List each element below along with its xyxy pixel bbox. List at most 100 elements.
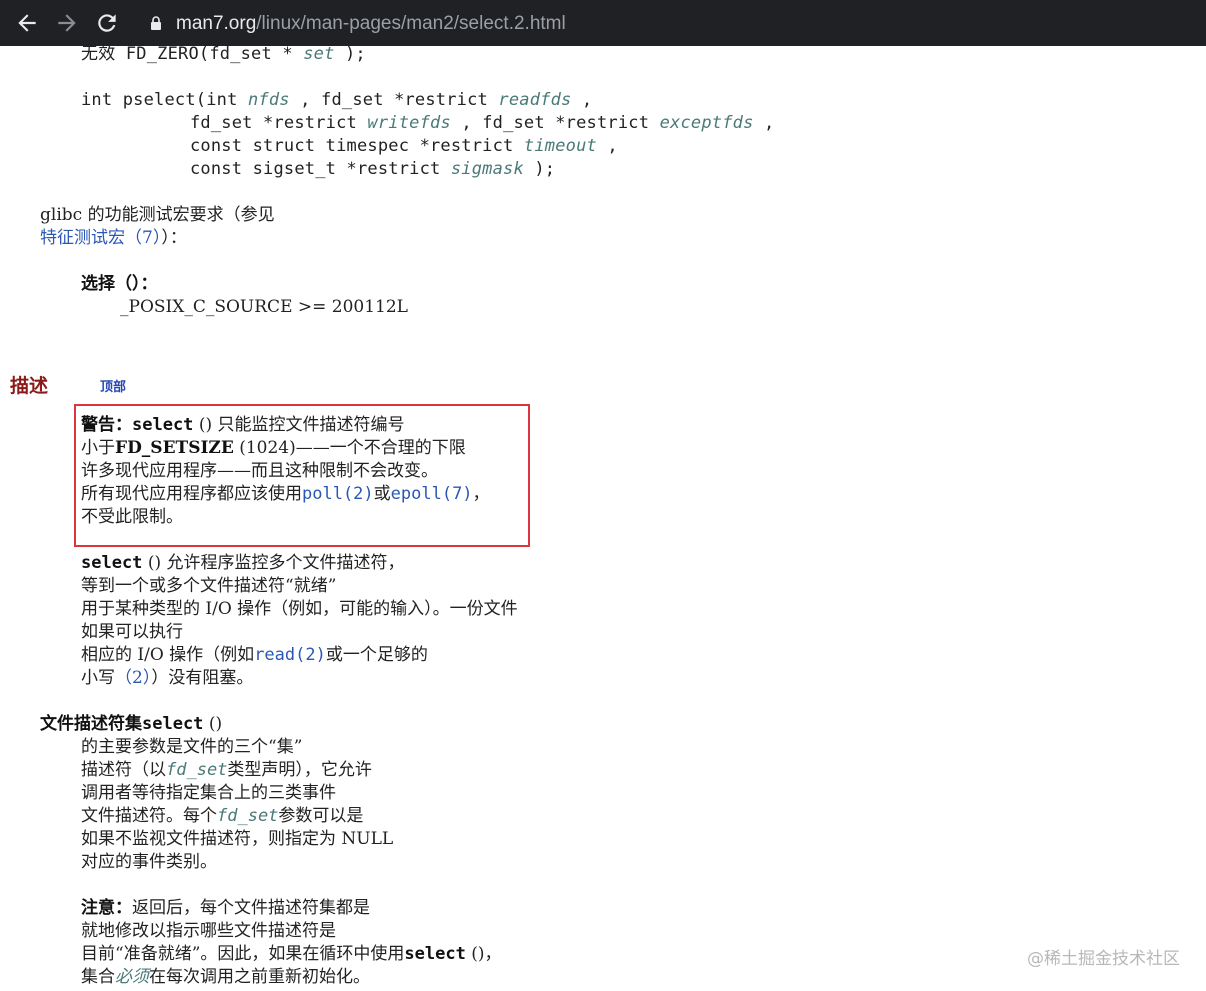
- text: (1024)——一个不合理的下限: [233, 438, 466, 458]
- para1-line-6: 小写（2））没有阻塞。: [81, 667, 253, 690]
- fdsets-line-6: 对应的事件类别。: [81, 852, 217, 872]
- pselect-line-4: const sigset_t *restrict sigmask );: [190, 158, 555, 181]
- url-host: man7.org: [176, 13, 257, 34]
- code-text: ,: [596, 136, 618, 156]
- warning-line-1: 警告：select () 只能监控文件描述符编号: [81, 414, 405, 437]
- epoll-link[interactable]: epoll(7): [391, 484, 473, 504]
- write-link[interactable]: （2）: [115, 668, 151, 688]
- para1-line-1: select () 允许程序监控多个文件描述符，: [81, 552, 405, 575]
- warning-line-2: 小于FD_SETSIZE (1024)——一个不合理的下限: [81, 437, 466, 460]
- address-bar[interactable]: man7.org/linux/man-pages/man2/select.2.h…: [138, 7, 1198, 39]
- warning-line-3: 许多现代应用程序——而且这种限制不会改变。: [81, 461, 438, 481]
- fdsets-line-4: 文件描述符。每个fd_set参数可以是: [81, 805, 363, 828]
- text: 返回后，每个文件描述符集都是: [132, 898, 370, 918]
- code-text: const sigset_t *restrict: [190, 159, 451, 179]
- code-select: select: [404, 944, 466, 964]
- browser-toolbar: man7.org/linux/man-pages/man2/select.2.h…: [0, 0, 1206, 46]
- posix-macro: _POSIX_C_SOURCE >= 200112L: [120, 297, 408, 317]
- warning-label: 警告：: [81, 415, 132, 435]
- glibc-requirements-line-2: 特征测试宏（7））：: [40, 227, 187, 250]
- text: () 只能监控文件描述符编号: [193, 415, 405, 435]
- fd-set-type: fd_set: [166, 760, 228, 780]
- note-line-1: 注意：返回后，每个文件描述符集都是: [81, 897, 370, 920]
- param-exceptfds: exceptfds: [659, 113, 754, 133]
- text: ）：: [161, 228, 187, 248]
- text: 文件描述符。每个: [81, 806, 217, 826]
- code-text: 无效 FD_ZERO(fd_set *: [81, 46, 304, 64]
- lock-icon: [148, 15, 164, 31]
- para1-line-4: 如果可以执行: [81, 622, 183, 642]
- fdsets-heading: 文件描述符集select (): [40, 713, 222, 736]
- code-text: ,: [571, 90, 593, 110]
- url-path: /linux/man-pages/man2/select.2.html: [256, 13, 566, 34]
- fd-set-type: fd_set: [217, 806, 279, 826]
- code-text: , fd_set *restrict: [450, 113, 660, 133]
- text: 目前“准备就绪”。因此，如果在循环中使用: [81, 944, 405, 964]
- text: 小于: [81, 438, 115, 458]
- text: 在每次调用之前重新初始化。: [149, 967, 370, 987]
- code-text: const struct timespec *restrict: [190, 136, 524, 156]
- code-select: select: [142, 714, 204, 734]
- text: () 允许程序监控多个文件描述符，: [142, 553, 405, 573]
- fdsets-line-2: 描述符（以fd_set类型声明），它允许: [81, 759, 372, 782]
- code-text: ,: [753, 113, 775, 133]
- read-link[interactable]: read(2): [254, 645, 326, 665]
- text: 所有现代应用程序都应该使用: [81, 484, 302, 504]
- emphasis-must: 必须: [115, 967, 149, 987]
- fdsets-line-1: 的主要参数是文件的三个“集”: [81, 737, 303, 757]
- top-link[interactable]: 顶部: [100, 376, 126, 395]
- reload-icon[interactable]: [94, 10, 120, 36]
- code-text: , fd_set *restrict: [289, 90, 499, 110]
- fd-zero-line: 无效 FD_ZERO(fd_set * set );: [81, 46, 366, 66]
- subheading: 文件描述符集: [40, 714, 142, 734]
- text: 或一个足够的: [325, 645, 428, 665]
- fdsets-line-3: 调用者等待指定集合上的三类事件: [81, 783, 336, 803]
- poll-link[interactable]: poll(2): [302, 484, 374, 504]
- text: 描述符（以: [81, 760, 166, 780]
- param-nfds: nfds: [247, 90, 290, 110]
- param-writefds: writefds: [367, 113, 451, 133]
- note-line-4: 集合必须在每次调用之前重新初始化。: [81, 966, 370, 989]
- text: (): [203, 714, 223, 734]
- text: 相应的 I/O 操作（例如: [81, 645, 255, 665]
- pselect-line-1: int pselect(int nfds , fd_set *restrict …: [81, 89, 592, 112]
- forward-arrow-icon[interactable]: [54, 10, 80, 36]
- pselect-line-3: const struct timespec *restrict timeout …: [190, 135, 618, 158]
- note-line-3: 目前“准备就绪”。因此，如果在循环中使用select ()，: [81, 943, 501, 966]
- code-select: select: [132, 415, 194, 435]
- warning-line-4: 所有现代应用程序都应该使用poll(2)或epoll(7)，: [81, 483, 490, 506]
- text: 类型声明），它允许: [227, 760, 372, 780]
- text: ，: [472, 484, 490, 504]
- glibc-requirements-line: glibc 的功能测试宏要求（参见: [40, 205, 275, 225]
- text: 参数可以是: [278, 806, 364, 826]
- pselect-line-2: fd_set *restrict writefds , fd_set *rest…: [190, 112, 774, 135]
- man-page-content: 无效 FD_ZERO(fd_set * set ); int pselect(i…: [0, 46, 1206, 991]
- code-text: fd_set *restrict: [190, 113, 368, 133]
- param-timeout: timeout: [523, 136, 597, 156]
- code-text: );: [523, 159, 556, 179]
- url-text: man7.org/linux/man-pages/man2/select.2.h…: [176, 13, 566, 35]
- note-line-2: 就地修改以指示哪些文件描述符是: [81, 921, 336, 941]
- text: 小写: [81, 668, 115, 688]
- text: ）没有阻塞。: [151, 668, 254, 688]
- text: ()，: [465, 944, 502, 964]
- feature-test-macros-link[interactable]: 特征测试宏（7）: [40, 228, 161, 248]
- fdsets-line-5: 如果不监视文件描述符，则指定为 NULL: [81, 829, 394, 849]
- para1-line-5: 相应的 I/O 操作（例如read(2)或一个足够的: [81, 644, 428, 667]
- code-text: );: [334, 46, 366, 64]
- param-readfds: readfds: [498, 90, 572, 110]
- fd-setsize: FD_SETSIZE: [115, 438, 234, 458]
- watermark: @稀土掘金技术社区: [1027, 949, 1180, 969]
- warning-line-5: 不受此限制。: [81, 507, 183, 527]
- select-label: 选择（）：: [81, 274, 158, 294]
- para1-line-3: 用于某种类型的 I/O 操作（例如，可能的输入）。一份文件: [81, 599, 518, 619]
- param-set: set: [303, 46, 335, 64]
- note-label: 注意：: [81, 898, 132, 918]
- back-arrow-icon[interactable]: [14, 10, 40, 36]
- text: 或: [373, 484, 391, 504]
- code-text: int pselect(int: [81, 90, 248, 110]
- code-select: select: [81, 553, 143, 573]
- param-sigmask: sigmask: [450, 159, 524, 179]
- section-title-description: 描述: [10, 375, 49, 397]
- para1-line-2: 等到一个或多个文件描述符“就绪”: [81, 576, 337, 596]
